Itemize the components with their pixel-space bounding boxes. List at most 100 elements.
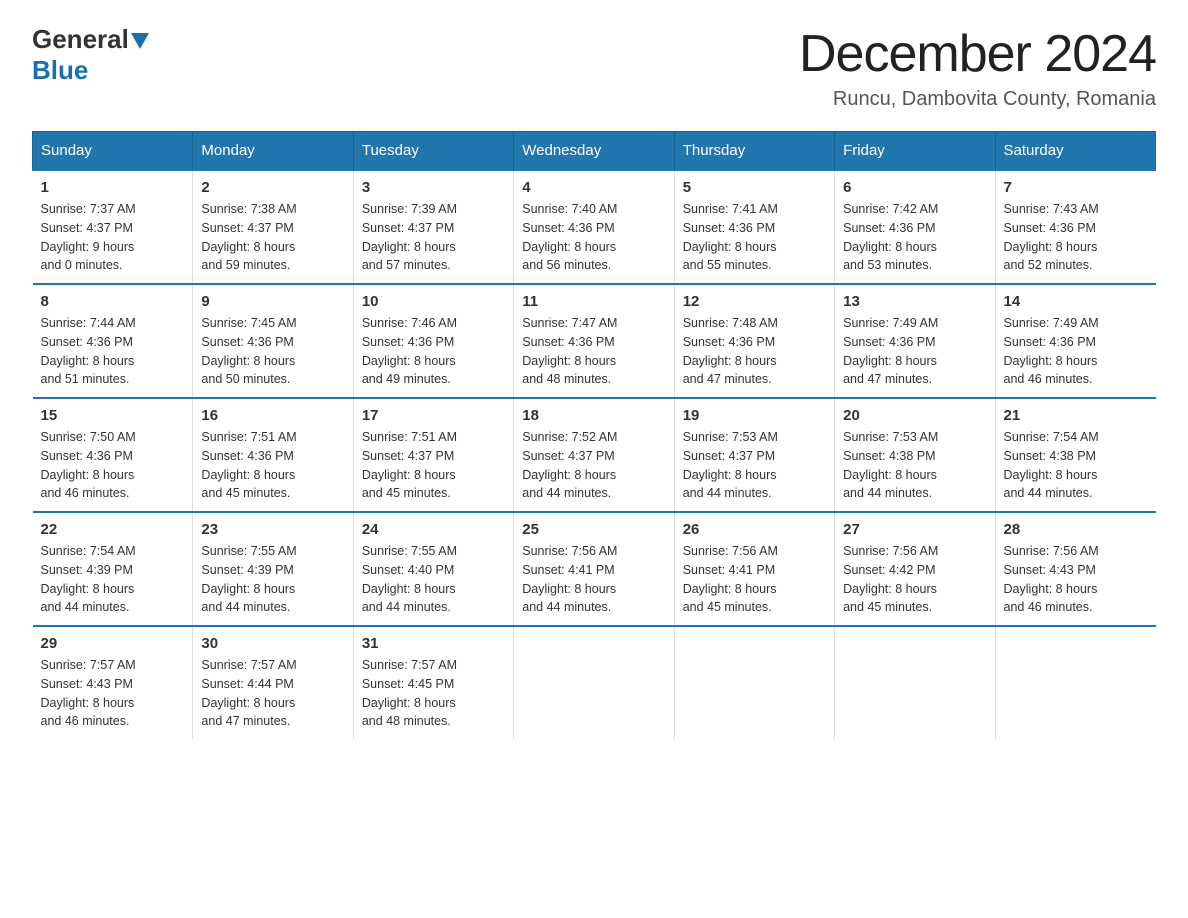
table-row: 17 Sunrise: 7:51 AMSunset: 4:37 PMDaylig… [353,398,513,512]
day-number: 26 [683,521,826,538]
calendar-table: Sunday Monday Tuesday Wednesday Thursday… [32,131,1156,739]
day-number: 11 [522,293,665,310]
day-number: 6 [843,179,986,196]
day-info: Sunrise: 7:56 AMSunset: 4:43 PMDaylight:… [1004,542,1148,617]
table-row: 30 Sunrise: 7:57 AMSunset: 4:44 PMDaylig… [193,626,353,739]
header-monday: Monday [193,132,353,171]
month-title: December 2024 [799,24,1156,84]
day-info: Sunrise: 7:54 AMSunset: 4:38 PMDaylight:… [1004,428,1148,503]
table-row [514,626,674,739]
table-row: 11 Sunrise: 7:47 AMSunset: 4:36 PMDaylig… [514,284,674,398]
table-row: 12 Sunrise: 7:48 AMSunset: 4:36 PMDaylig… [674,284,834,398]
day-info: Sunrise: 7:55 AMSunset: 4:40 PMDaylight:… [362,542,505,617]
day-info: Sunrise: 7:49 AMSunset: 4:36 PMDaylight:… [843,314,986,389]
day-number: 21 [1004,407,1148,424]
table-row: 29 Sunrise: 7:57 AMSunset: 4:43 PMDaylig… [33,626,193,739]
day-info: Sunrise: 7:49 AMSunset: 4:36 PMDaylight:… [1004,314,1148,389]
day-info: Sunrise: 7:51 AMSunset: 4:37 PMDaylight:… [362,428,505,503]
day-info: Sunrise: 7:53 AMSunset: 4:38 PMDaylight:… [843,428,986,503]
day-number: 1 [41,179,185,196]
table-row: 2 Sunrise: 7:38 AMSunset: 4:37 PMDayligh… [193,170,353,284]
day-number: 4 [522,179,665,196]
table-row [835,626,995,739]
day-info: Sunrise: 7:45 AMSunset: 4:36 PMDaylight:… [201,314,344,389]
table-row: 27 Sunrise: 7:56 AMSunset: 4:42 PMDaylig… [835,512,995,626]
table-row: 20 Sunrise: 7:53 AMSunset: 4:38 PMDaylig… [835,398,995,512]
table-row: 15 Sunrise: 7:50 AMSunset: 4:36 PMDaylig… [33,398,193,512]
calendar-week-row: 1 Sunrise: 7:37 AMSunset: 4:37 PMDayligh… [33,170,1156,284]
table-row: 23 Sunrise: 7:55 AMSunset: 4:39 PMDaylig… [193,512,353,626]
day-number: 9 [201,293,344,310]
table-row: 16 Sunrise: 7:51 AMSunset: 4:36 PMDaylig… [193,398,353,512]
day-info: Sunrise: 7:50 AMSunset: 4:36 PMDaylight:… [41,428,185,503]
table-row: 18 Sunrise: 7:52 AMSunset: 4:37 PMDaylig… [514,398,674,512]
header-saturday: Saturday [995,132,1155,171]
day-info: Sunrise: 7:57 AMSunset: 4:43 PMDaylight:… [41,656,185,731]
day-info: Sunrise: 7:56 AMSunset: 4:42 PMDaylight:… [843,542,986,617]
table-row: 19 Sunrise: 7:53 AMSunset: 4:37 PMDaylig… [674,398,834,512]
day-info: Sunrise: 7:56 AMSunset: 4:41 PMDaylight:… [683,542,826,617]
table-row: 21 Sunrise: 7:54 AMSunset: 4:38 PMDaylig… [995,398,1155,512]
day-number: 19 [683,407,826,424]
day-number: 23 [201,521,344,538]
day-number: 8 [41,293,185,310]
day-number: 7 [1004,179,1148,196]
table-row: 26 Sunrise: 7:56 AMSunset: 4:41 PMDaylig… [674,512,834,626]
calendar-header-row: Sunday Monday Tuesday Wednesday Thursday… [33,132,1156,171]
day-number: 20 [843,407,986,424]
location-text: Runcu, Dambovita County, Romania [799,88,1156,111]
day-number: 30 [201,635,344,652]
day-number: 29 [41,635,185,652]
table-row: 10 Sunrise: 7:46 AMSunset: 4:36 PMDaylig… [353,284,513,398]
logo-arrow-icon [131,33,149,49]
day-number: 22 [41,521,185,538]
day-info: Sunrise: 7:38 AMSunset: 4:37 PMDaylight:… [201,200,344,275]
calendar-week-row: 8 Sunrise: 7:44 AMSunset: 4:36 PMDayligh… [33,284,1156,398]
day-number: 18 [522,407,665,424]
header-tuesday: Tuesday [353,132,513,171]
day-number: 14 [1004,293,1148,310]
logo-general-text: General [32,24,129,55]
calendar-week-row: 29 Sunrise: 7:57 AMSunset: 4:43 PMDaylig… [33,626,1156,739]
header-friday: Friday [835,132,995,171]
day-info: Sunrise: 7:48 AMSunset: 4:36 PMDaylight:… [683,314,826,389]
day-info: Sunrise: 7:41 AMSunset: 4:36 PMDaylight:… [683,200,826,275]
table-row: 4 Sunrise: 7:40 AMSunset: 4:36 PMDayligh… [514,170,674,284]
day-info: Sunrise: 7:57 AMSunset: 4:45 PMDaylight:… [362,656,505,731]
table-row: 25 Sunrise: 7:56 AMSunset: 4:41 PMDaylig… [514,512,674,626]
table-row: 13 Sunrise: 7:49 AMSunset: 4:36 PMDaylig… [835,284,995,398]
day-number: 15 [41,407,185,424]
table-row [995,626,1155,739]
table-row: 14 Sunrise: 7:49 AMSunset: 4:36 PMDaylig… [995,284,1155,398]
table-row: 5 Sunrise: 7:41 AMSunset: 4:36 PMDayligh… [674,170,834,284]
day-number: 2 [201,179,344,196]
day-info: Sunrise: 7:40 AMSunset: 4:36 PMDaylight:… [522,200,665,275]
header-wednesday: Wednesday [514,132,674,171]
table-row: 8 Sunrise: 7:44 AMSunset: 4:36 PMDayligh… [33,284,193,398]
table-row: 7 Sunrise: 7:43 AMSunset: 4:36 PMDayligh… [995,170,1155,284]
title-section: December 2024 Runcu, Dambovita County, R… [799,24,1156,111]
day-number: 25 [522,521,665,538]
day-info: Sunrise: 7:39 AMSunset: 4:37 PMDaylight:… [362,200,505,275]
day-info: Sunrise: 7:52 AMSunset: 4:37 PMDaylight:… [522,428,665,503]
table-row [674,626,834,739]
calendar-week-row: 15 Sunrise: 7:50 AMSunset: 4:36 PMDaylig… [33,398,1156,512]
day-info: Sunrise: 7:42 AMSunset: 4:36 PMDaylight:… [843,200,986,275]
day-number: 28 [1004,521,1148,538]
table-row: 22 Sunrise: 7:54 AMSunset: 4:39 PMDaylig… [33,512,193,626]
page-header: General Blue December 2024 Runcu, Dambov… [32,24,1156,111]
day-info: Sunrise: 7:37 AMSunset: 4:37 PMDaylight:… [41,200,185,275]
day-number: 10 [362,293,505,310]
table-row: 1 Sunrise: 7:37 AMSunset: 4:37 PMDayligh… [33,170,193,284]
day-number: 31 [362,635,505,652]
day-number: 16 [201,407,344,424]
header-thursday: Thursday [674,132,834,171]
header-sunday: Sunday [33,132,193,171]
logo: General Blue [32,24,149,86]
table-row: 24 Sunrise: 7:55 AMSunset: 4:40 PMDaylig… [353,512,513,626]
day-info: Sunrise: 7:51 AMSunset: 4:36 PMDaylight:… [201,428,344,503]
day-info: Sunrise: 7:57 AMSunset: 4:44 PMDaylight:… [201,656,344,731]
day-number: 3 [362,179,505,196]
day-info: Sunrise: 7:54 AMSunset: 4:39 PMDaylight:… [41,542,185,617]
day-number: 5 [683,179,826,196]
